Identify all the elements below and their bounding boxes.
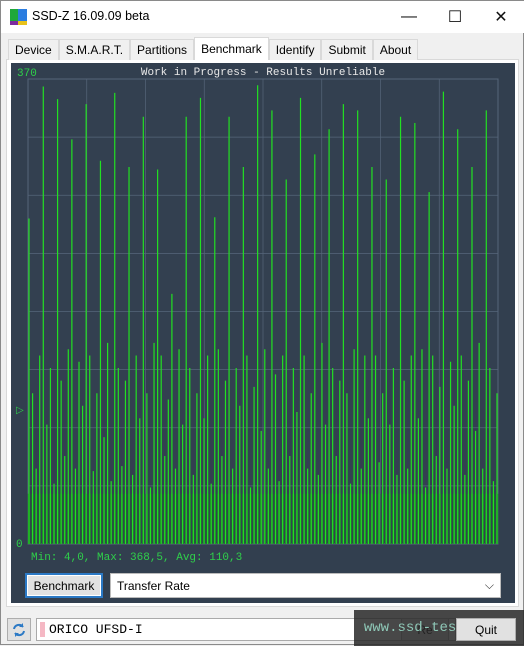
quit-button[interactable]: Quit	[456, 618, 516, 641]
tab-submit[interactable]: Submit	[321, 39, 373, 60]
refresh-icon	[13, 622, 25, 637]
y-min-label: 0	[16, 539, 23, 551]
drive-name: ORICO UFSD-I	[49, 622, 143, 637]
chart-title: Work in Progress - Results Unreliable	[141, 67, 385, 79]
mode-select-value: Transfer Rate	[117, 578, 190, 593]
avg-marker-icon: ▷	[16, 405, 24, 416]
close-button[interactable]: ✕	[478, 1, 524, 32]
y-max-label: 370	[17, 68, 37, 80]
tab-partitions[interactable]: Partitions	[130, 39, 195, 60]
benchmark-button[interactable]: Benchmark	[25, 573, 103, 598]
mode-select[interactable]: Transfer Rate ⌵	[110, 573, 501, 598]
tab-benchmark[interactable]: Benchmark	[194, 37, 269, 60]
tab-about[interactable]: About	[372, 39, 419, 60]
tab-smart[interactable]: S.M.A.R.T.	[58, 39, 131, 60]
drive-color-marker	[40, 622, 45, 637]
tab-identify[interactable]: Identify	[268, 39, 322, 60]
stats-text: Min: 4,0, Max: 368,5, Avg: 110,3	[31, 552, 242, 564]
chevron-down-icon: ⌵	[484, 578, 494, 592]
tab-bar: Device S.M.A.R.T. Partitions Benchmark I…	[8, 37, 419, 60]
transfer-rate-chart: 370 Work in Progress - Results Unreliabl…	[16, 67, 499, 564]
app-logo-icon	[10, 9, 27, 25]
tab-device[interactable]: Device	[8, 39, 59, 60]
refresh-button[interactable]	[7, 618, 31, 641]
benchmark-panel: 370 Work in Progress - Results Unreliabl…	[11, 63, 515, 603]
minimize-button[interactable]: —	[386, 1, 432, 32]
title-bar: SSD-Z 16.09.09 beta — ☐ ✕	[1, 1, 524, 33]
maximize-button[interactable]: ☐	[432, 1, 478, 32]
window-title: SSD-Z 16.09.09 beta	[32, 9, 150, 23]
